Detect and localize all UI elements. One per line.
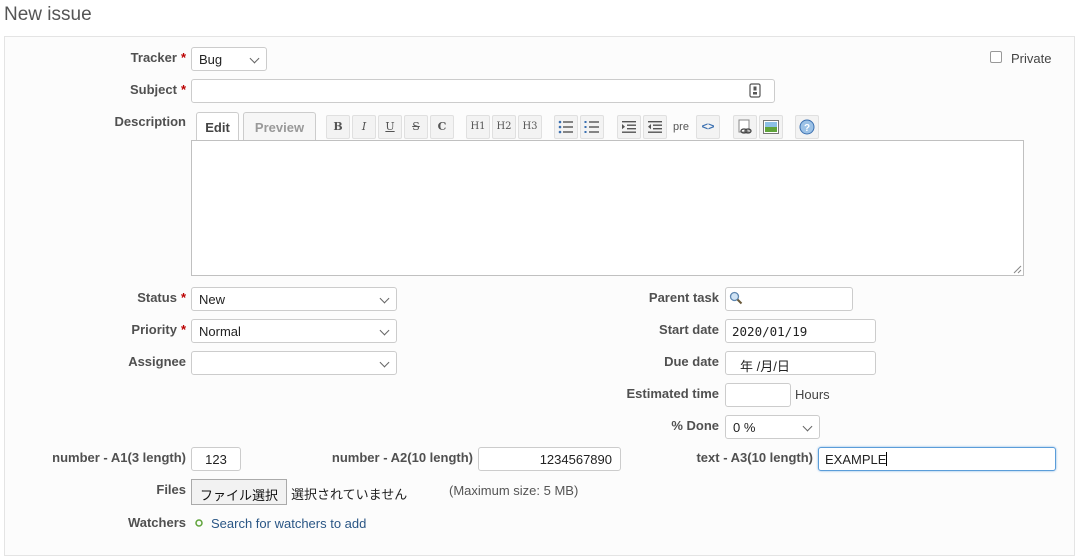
link-icon[interactable] <box>733 115 757 139</box>
due-date-input[interactable]: 年 /月/日 <box>725 351 876 375</box>
watchers-label: Watchers <box>127 515 186 530</box>
estimated-time-label: Estimated time <box>626 386 719 401</box>
add-icon <box>195 519 203 527</box>
text-a3-label: text - A3(10 length) <box>696 450 813 465</box>
private-label: Private <box>1011 51 1052 66</box>
file-status: 選択されていません <box>291 487 408 502</box>
status-select[interactable]: New <box>191 287 397 311</box>
svg-text:?: ? <box>804 123 810 134</box>
chevron-down-icon <box>379 357 390 368</box>
bold-icon[interactable]: B <box>326 115 350 139</box>
status-label: Status * <box>137 290 186 305</box>
number-a2-label: number - A2(10 length) <box>331 450 473 465</box>
italic-icon[interactable]: I <box>352 115 376 139</box>
start-date-input[interactable]: 2020/01/19 <box>725 319 876 343</box>
image-icon[interactable] <box>759 115 783 139</box>
due-date-label: Due date <box>664 354 719 369</box>
heading1-icon[interactable]: H1 <box>466 115 490 139</box>
number-a2-input[interactable]: 1234567890 <box>478 447 621 471</box>
tracker-label: Tracker * <box>130 50 186 65</box>
choose-file-button[interactable]: ファイル選択 <box>191 479 287 505</box>
text-cursor <box>886 452 888 466</box>
tab-preview[interactable]: Preview <box>243 112 316 142</box>
pre-icon[interactable]: pre <box>669 115 693 139</box>
search-icon <box>729 291 743 305</box>
subject-input[interactable] <box>191 79 775 103</box>
resize-grip-icon[interactable] <box>1013 265 1022 274</box>
search-watchers-link[interactable]: Search for watchers to add <box>211 516 366 531</box>
chevron-down-icon <box>802 421 813 432</box>
number-a1-input[interactable]: 123 <box>191 447 241 471</box>
tracker-select[interactable]: Bug <box>191 47 267 71</box>
hours-unit: Hours <box>795 387 830 402</box>
private-checkbox[interactable] <box>990 51 1002 63</box>
priority-label: Priority * <box>131 322 186 337</box>
help-icon[interactable]: ? <box>795 115 819 139</box>
priority-select[interactable]: Normal <box>191 319 397 343</box>
heading3-icon[interactable]: H3 <box>518 115 542 139</box>
description-label: Description <box>114 114 186 129</box>
strikethrough-icon[interactable]: S <box>404 115 428 139</box>
description-textarea[interactable] <box>191 140 1024 276</box>
number-a1-label: number - A1(3 length) <box>52 450 186 465</box>
done-ratio-select[interactable]: 0 % <box>725 415 820 439</box>
indent-icon[interactable] <box>617 115 641 139</box>
underline-icon[interactable]: U <box>378 115 402 139</box>
assignee-select[interactable] <box>191 351 397 375</box>
text-a3-input[interactable]: EXAMPLE <box>818 447 1056 471</box>
heading2-icon[interactable]: H2 <box>492 115 516 139</box>
max-size-note: (Maximum size: 5 MB) <box>449 483 579 498</box>
parent-task-input[interactable] <box>725 287 853 311</box>
code-icon[interactable]: C <box>430 115 454 139</box>
done-ratio-label: % Done <box>671 418 719 433</box>
outdent-icon[interactable] <box>643 115 667 139</box>
chevron-down-icon <box>249 53 260 64</box>
tab-edit[interactable]: Edit <box>196 112 239 142</box>
start-date-label: Start date <box>659 322 719 337</box>
files-label: Files <box>156 482 186 497</box>
parent-task-label: Parent task <box>648 290 719 305</box>
subject-label: Subject * <box>129 82 186 97</box>
chevron-down-icon <box>379 325 390 336</box>
assignee-label: Assignee <box>128 354 186 369</box>
bullet-list-icon[interactable] <box>554 115 578 139</box>
numbered-list-icon[interactable] <box>580 115 604 139</box>
autofill-key-icon[interactable] <box>748 83 762 98</box>
page-title: New issue <box>4 4 92 25</box>
inline-code-icon[interactable]: <> <box>696 115 720 139</box>
chevron-down-icon <box>379 293 390 304</box>
estimated-time-input[interactable] <box>725 383 791 407</box>
